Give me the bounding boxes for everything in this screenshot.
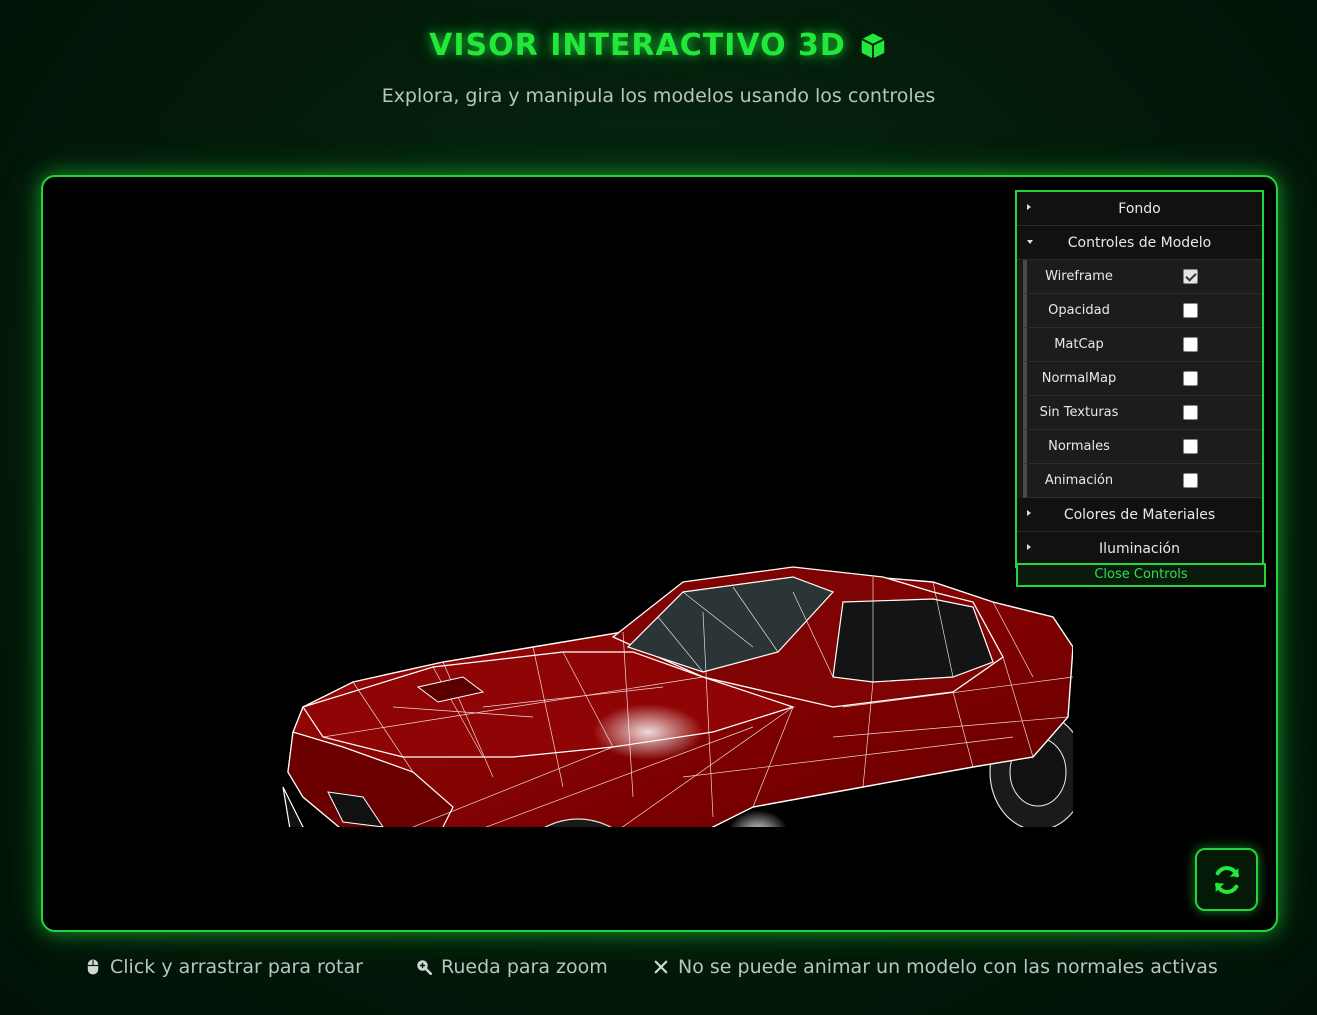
- close-icon: [654, 960, 668, 974]
- control-opacidad[interactable]: Opacidad: [1023, 294, 1262, 328]
- hint-zoom-text: Rueda para zoom: [441, 956, 608, 978]
- folder-iluminacion[interactable]: Iluminación: [1017, 532, 1262, 566]
- folder-label: Colores de Materiales: [1063, 506, 1216, 523]
- page-title: VISOR INTERACTIVO 3D: [0, 28, 1317, 63]
- wireframe-checkbox[interactable]: [1183, 269, 1198, 284]
- refresh-icon: [1214, 865, 1239, 894]
- opacidad-checkbox[interactable]: [1183, 303, 1198, 318]
- folder-fondo[interactable]: Fondo: [1017, 192, 1262, 226]
- hint-warning: No se puede animar un modelo con las nor…: [652, 956, 1218, 978]
- mouse-icon: [87, 959, 99, 975]
- sin-texturas-checkbox[interactable]: [1183, 405, 1198, 420]
- folder-label: Controles de Modelo: [1067, 234, 1212, 251]
- control-label: NormalMap: [1041, 371, 1117, 386]
- animacion-checkbox[interactable]: [1183, 473, 1198, 488]
- matcap-checkbox[interactable]: [1183, 337, 1198, 352]
- control-label: MatCap: [1054, 337, 1104, 352]
- chevron-right-icon: [1027, 204, 1031, 210]
- chevron-right-icon: [1027, 510, 1031, 516]
- footer-hints: Click y arrastrar para rotar Rueda para …: [0, 956, 1317, 982]
- control-label: Animación: [1044, 473, 1114, 488]
- zoom-icon: [417, 960, 433, 976]
- control-label: Opacidad: [1048, 303, 1110, 318]
- hint-zoom: Rueda para zoom: [415, 956, 608, 978]
- folder-label: Iluminación: [1099, 540, 1180, 557]
- folder-colores-materiales[interactable]: Colores de Materiales: [1017, 498, 1262, 532]
- control-matcap[interactable]: MatCap: [1023, 328, 1262, 362]
- control-sin-texturas[interactable]: Sin Texturas: [1023, 396, 1262, 430]
- controls-panel: Fondo Controles de Modelo Wireframe Opac…: [1015, 190, 1264, 568]
- chevron-down-icon: [1027, 240, 1033, 244]
- control-wireframe[interactable]: Wireframe: [1023, 260, 1262, 294]
- car-model: [282, 566, 1073, 827]
- hint-rotate: Click y arrastrar para rotar: [84, 956, 363, 978]
- chevron-right-icon: [1027, 544, 1031, 550]
- cube-icon: [861, 33, 885, 58]
- folder-label: Fondo: [1118, 200, 1161, 217]
- hint-rotate-text: Click y arrastrar para rotar: [110, 956, 363, 978]
- refresh-button[interactable]: [1195, 848, 1258, 911]
- control-label: Normales: [1048, 439, 1110, 454]
- page-title-text: VISOR INTERACTIVO 3D: [429, 28, 846, 63]
- page-subtitle: Explora, gira y manipula los modelos usa…: [381, 85, 936, 107]
- control-normalmap[interactable]: NormalMap: [1023, 362, 1262, 396]
- control-animacion[interactable]: Animación: [1023, 464, 1262, 498]
- normalmap-checkbox[interactable]: [1183, 371, 1198, 386]
- control-label: Wireframe: [1045, 269, 1113, 284]
- close-controls-button[interactable]: Close Controls: [1016, 563, 1266, 587]
- control-normales[interactable]: Normales: [1023, 430, 1262, 464]
- normales-checkbox[interactable]: [1183, 439, 1198, 454]
- hint-warning-text: No se puede animar un modelo con las nor…: [678, 956, 1218, 978]
- folder-controles-modelo[interactable]: Controles de Modelo: [1017, 226, 1262, 260]
- control-label: Sin Texturas: [1039, 405, 1119, 420]
